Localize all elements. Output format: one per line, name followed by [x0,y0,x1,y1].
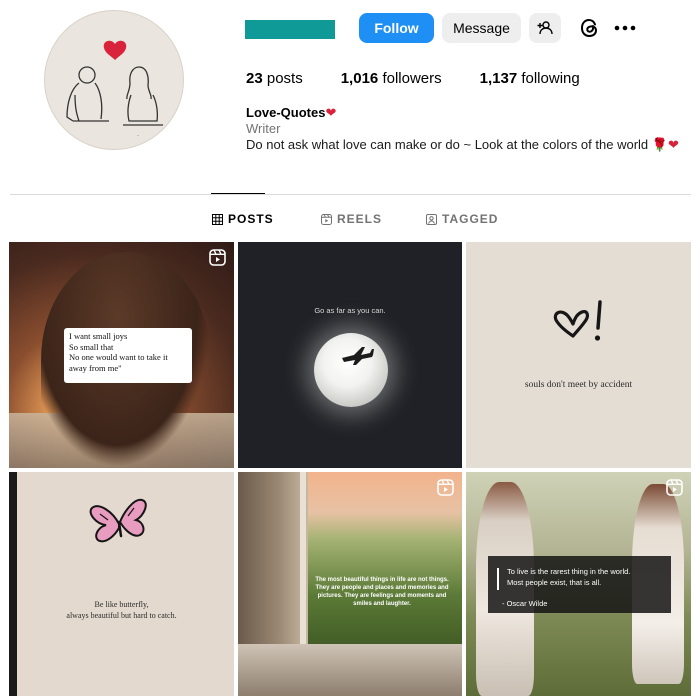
reel-icon [437,479,454,496]
bio-category: Writer [246,121,281,136]
posts-count-value: 23 [246,70,263,87]
tab-posts-label: POSTS [228,212,274,226]
username-redacted [245,20,335,39]
bio-text-content: Do not ask what love can make or do ~ Lo… [246,137,649,152]
red-heart-icon: ❤ [667,137,679,152]
tagged-icon [426,213,437,225]
post-tile[interactable]: I want small joys So small that No one w… [9,242,234,468]
post-caption: Go as far as you can. [314,306,386,315]
quote-accent-bar [497,568,499,590]
threads-icon[interactable] [578,16,602,40]
caption-line: They are people and places and memories … [315,585,449,591]
followers-count[interactable]: 1,016 followers [341,70,442,87]
window-mullion [300,472,306,646]
profile-bio: Love-Quotes❤ Writer Do not ask what love… [246,105,679,153]
following-count-value: 1,137 [479,70,518,87]
quote-author: - Oscar Wilde [502,599,548,608]
quote-line: So small that [69,341,114,352]
reel-icon [209,249,226,266]
post-caption: Be like butterfly, always beautiful but … [9,599,234,621]
caption-line: smiles and laughter. [353,601,411,607]
more-options-icon[interactable] [612,16,638,40]
quote-line: No one would want to take it [69,352,168,362]
heart-exclamation-doodle [553,300,602,341]
red-heart-icon: ❤ [325,105,337,120]
quote-box: To live is the rarest thing in the world… [488,556,671,613]
message-button-label: Message [453,20,510,36]
followers-count-value: 1,016 [340,70,379,87]
tabs-divider [10,194,691,195]
add-person-icon [537,21,553,35]
grid-icon [212,213,223,225]
caption-line: Be like butterfly, [94,600,149,609]
avatar-illustration: ~ [66,40,163,138]
left-edge-bar [9,472,17,696]
tab-posts[interactable]: POSTS [212,212,274,226]
tab-reels-label: REELS [337,212,383,226]
profile-stats: 23 posts 1,016 followers 1,137 following [246,70,618,87]
suggest-accounts-button[interactable] [529,13,561,43]
post-caption: souls don't meet by accident [524,380,633,390]
butterfly-icon [89,498,147,543]
caption-line: pictures. They are feelings and moments … [317,593,447,599]
rose-icon: 🌹 [651,137,668,152]
message-button[interactable]: Message [442,13,521,43]
posts-count-label: posts [266,70,303,87]
quote-card: I want small joys So small that No one w… [64,328,192,383]
bio-name: Love-Quotes❤ [246,105,679,121]
window-sill [238,644,462,696]
tab-tagged-label: TAGGED [442,212,499,226]
active-tab-indicator [211,193,265,194]
reels-icon [321,213,332,225]
following-count-label: following [521,70,580,87]
reel-icon [666,479,683,496]
posts-count: 23 posts [246,70,303,87]
quote-line: Most people exist, that is all. [507,578,602,587]
post-tile[interactable]: To live is the rarest thing in the world… [466,472,691,696]
tab-tagged[interactable]: TAGGED [426,212,498,226]
bio-text: Do not ask what love can make or do ~ Lo… [246,137,679,153]
caption-line: always beautiful but hard to catch. [66,611,177,620]
following-count[interactable]: 1,137 following [480,70,580,87]
profile-avatar[interactable]: ~ [44,10,184,150]
followers-count-label: followers [382,70,442,87]
airplane-icon [342,347,374,365]
svg-text:~: ~ [137,133,140,138]
post-tile[interactable]: souls don't meet by accident [466,242,691,468]
bio-name-text: Love-Quotes [246,105,326,120]
post-tile[interactable]: Be like butterfly, always beautiful but … [9,472,234,696]
quote-text: To live is the rarest thing in the world… [507,566,630,588]
post-tile[interactable]: The most beautiful things in life are no… [238,472,462,696]
post-tile[interactable]: Go as far as you can. [238,242,462,468]
follow-button[interactable]: Follow [359,13,434,43]
follow-button-label: Follow [374,20,419,36]
quote-line: To live is the rarest thing in the world… [507,567,631,576]
tab-reels[interactable]: REELS [321,212,382,226]
post-caption: The most beautiful things in life are no… [308,576,456,608]
quote-line: away from me" [69,362,122,373]
caption-line: The most beautiful things in life are no… [315,577,449,583]
quote-line: I want small joys [69,331,128,341]
